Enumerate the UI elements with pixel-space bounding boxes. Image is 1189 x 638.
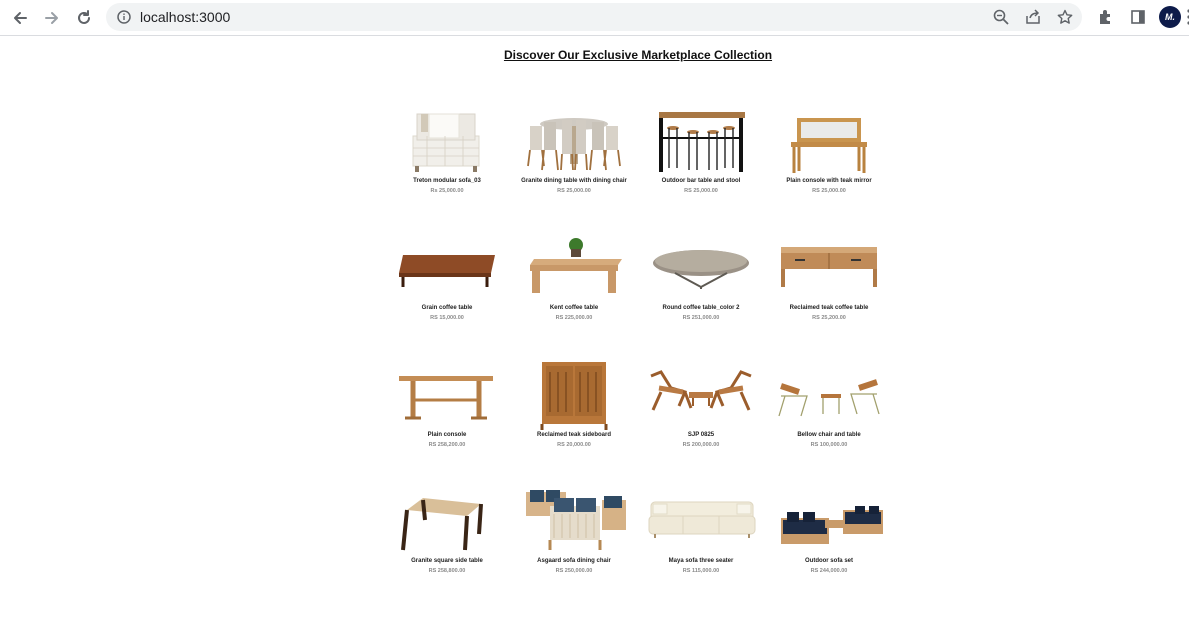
product-image[interactable]	[641, 488, 761, 558]
product-price: RS 100,000.00	[810, 442, 848, 448]
browser-toolbar: localhost:3000 M.	[0, 0, 1189, 36]
product-image[interactable]	[387, 488, 507, 558]
product-image[interactable]	[641, 235, 761, 305]
product-image[interactable]	[514, 362, 634, 432]
product-card[interactable]: SJP 0825 RS 200,000.00	[641, 362, 761, 462]
product-name[interactable]: Plain console with teak mirror	[749, 178, 909, 184]
product-card[interactable]: Outdoor sofa set RS 244,000.00	[769, 488, 889, 588]
product-image[interactable]	[769, 235, 889, 305]
product-card[interactable]: Treton modular sofa_03 Rs 25,000.00	[387, 108, 507, 208]
side-panel-icon[interactable]	[1127, 6, 1149, 28]
product-card[interactable]: Kent coffee table RS 225,000.00	[514, 235, 634, 335]
product-image[interactable]	[387, 235, 507, 305]
product-card[interactable]: Round coffee table_color 2 RS 251,000.00	[641, 235, 761, 335]
share-icon[interactable]	[1024, 8, 1042, 26]
product-price: RS 25,000.00	[812, 188, 846, 194]
product-image[interactable]	[514, 235, 634, 305]
page-title: Discover Our Exclusive Marketplace Colle…	[503, 48, 773, 62]
product-card[interactable]: Reclaimed teak sideboard RS 20,000.00	[514, 362, 634, 462]
product-name[interactable]: Reclaimed teak coffee table	[749, 305, 909, 311]
product-card[interactable]: Asgaard sofa dining chair RS 250,000.00	[514, 488, 634, 588]
product-image[interactable]	[769, 362, 889, 432]
product-name[interactable]: Outdoor sofa set	[749, 558, 909, 564]
reload-icon[interactable]	[72, 6, 96, 30]
product-card[interactable]: Plain console with teak mirror RS 25,000…	[769, 108, 889, 208]
product-card[interactable]: Reclaimed teak coffee table RS 25,200.00	[769, 235, 889, 335]
site-info-icon[interactable]	[115, 8, 133, 26]
product-image[interactable]	[769, 108, 889, 178]
product-card[interactable]: Grain coffee table RS 15,000.00	[387, 235, 507, 335]
product-image[interactable]	[514, 108, 634, 178]
product-card[interactable]: Bellow chair and table RS 100,000.00	[769, 362, 889, 462]
product-image[interactable]	[387, 362, 507, 432]
back-arrow-icon[interactable]	[8, 6, 32, 30]
zoom-icon[interactable]	[992, 8, 1010, 26]
address-bar[interactable]: localhost:3000	[106, 3, 1082, 31]
product-image[interactable]	[641, 362, 761, 432]
product-card[interactable]: Outdoor bar table and stool RS 25,000.00	[641, 108, 761, 208]
bookmark-star-icon[interactable]	[1056, 8, 1074, 26]
product-name[interactable]: Bellow chair and table	[749, 432, 909, 438]
url-text[interactable]: localhost:3000	[140, 9, 230, 25]
profile-avatar[interactable]: M.	[1159, 6, 1181, 28]
product-card[interactable]: Maya sofa three seater RS 115,000.00	[641, 488, 761, 588]
product-image[interactable]	[641, 108, 761, 178]
product-image[interactable]	[769, 488, 889, 558]
product-price: RS 25,200.00	[812, 315, 846, 321]
extensions-puzzle-icon[interactable]	[1095, 6, 1117, 28]
forward-arrow-icon[interactable]	[40, 6, 64, 30]
product-card[interactable]: Plain console RS 258,200.00	[387, 362, 507, 462]
product-image[interactable]	[387, 108, 507, 178]
product-card[interactable]: Granite square side table RS 258,800.00	[387, 488, 507, 588]
product-price: RS 244,000.00	[810, 568, 848, 574]
product-card[interactable]: Granite dining table with dining chair R…	[514, 108, 634, 208]
product-image[interactable]	[514, 488, 634, 558]
